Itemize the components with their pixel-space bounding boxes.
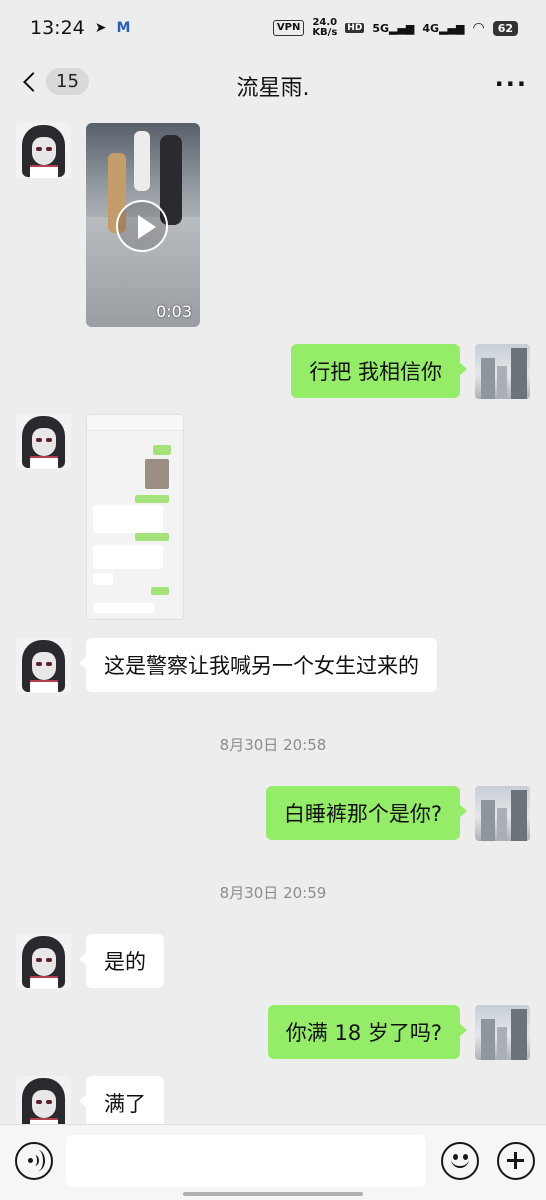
vpn-indicator: VPN bbox=[272, 20, 305, 36]
image-message[interactable] bbox=[86, 414, 184, 620]
self-avatar[interactable] bbox=[475, 344, 530, 399]
message-text: 满了 bbox=[104, 1092, 146, 1116]
voice-icon[interactable] bbox=[15, 1142, 53, 1180]
message-bubble-other[interactable]: 是的 bbox=[79, 934, 164, 988]
network-speed: 24.0 KB/s bbox=[312, 17, 338, 38]
wifi-icon: ◠ bbox=[472, 20, 485, 36]
message-text: 行把 我相信你 bbox=[309, 360, 442, 384]
self-avatar[interactable] bbox=[475, 786, 530, 841]
contact-avatar[interactable] bbox=[16, 638, 71, 693]
status-time: 13:24 bbox=[30, 17, 85, 39]
contact-avatar[interactable] bbox=[16, 934, 71, 989]
chat-header: 15 流星雨. ··· bbox=[0, 56, 546, 112]
message-timestamp: 8月30日 20:59 bbox=[219, 884, 327, 902]
home-indicator[interactable] bbox=[183, 1192, 363, 1196]
more-options-button[interactable]: ··· bbox=[495, 70, 528, 98]
battery-indicator: 62 bbox=[492, 20, 518, 36]
message-bubble-self[interactable]: 白睡裤那个是你? bbox=[265, 786, 468, 840]
signal-4g: 4G▂▄▆ bbox=[422, 21, 465, 35]
contact-avatar[interactable] bbox=[16, 1076, 71, 1131]
play-icon[interactable] bbox=[116, 200, 168, 252]
signal-5g: 5G▂▄▆ bbox=[372, 21, 415, 35]
message-bubble-other[interactable]: 满了 bbox=[79, 1076, 164, 1130]
message-text: 白睡裤那个是你? bbox=[283, 802, 442, 826]
plus-icon[interactable] bbox=[497, 1142, 535, 1180]
message-text: 你满 18 岁了吗? bbox=[285, 1021, 442, 1045]
message-input[interactable] bbox=[66, 1135, 426, 1187]
emoji-icon[interactable] bbox=[441, 1142, 479, 1180]
self-avatar[interactable] bbox=[475, 1005, 530, 1060]
message-timestamp: 8月30日 20:58 bbox=[219, 736, 327, 754]
telegram-icon: ➤ bbox=[94, 20, 107, 36]
mail-icon: M bbox=[116, 20, 131, 36]
message-bubble-self[interactable]: 你满 18 岁了吗? bbox=[267, 1005, 468, 1059]
video-message[interactable]: 0:03 bbox=[86, 123, 200, 327]
message-bubble-self[interactable]: 行把 我相信你 bbox=[291, 344, 467, 398]
video-duration: 0:03 bbox=[156, 302, 192, 321]
chat-input-bar bbox=[0, 1124, 546, 1200]
message-bubble-other[interactable]: 这是警察让我喊另一个女生过来的 bbox=[79, 638, 437, 692]
hd-icon: HD bbox=[345, 23, 365, 33]
chat-title: 流星雨. bbox=[236, 76, 310, 101]
status-bar: 13:24 ➤ M VPN 24.0 KB/s HD 5G▂▄▆ 4G▂▄▆ ◠… bbox=[0, 0, 546, 56]
message-text: 是的 bbox=[104, 950, 146, 974]
message-text: 这是警察让我喊另一个女生过来的 bbox=[104, 654, 419, 678]
contact-avatar[interactable] bbox=[16, 414, 71, 469]
contact-avatar[interactable] bbox=[16, 123, 71, 178]
